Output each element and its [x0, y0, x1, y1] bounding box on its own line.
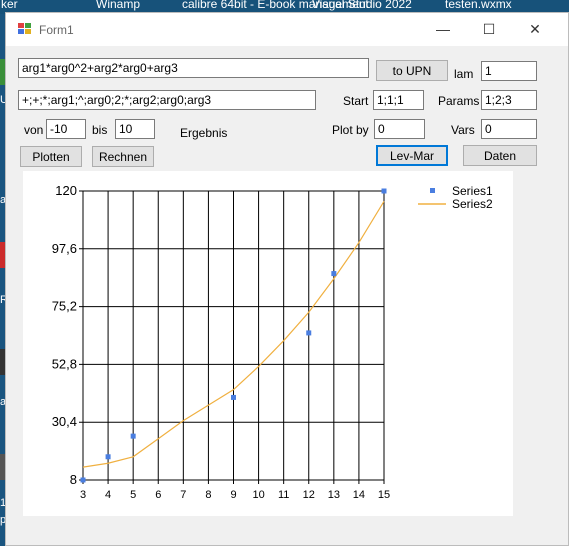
vars-input[interactable]: 0 — [481, 119, 537, 139]
lam-label: lam — [454, 67, 474, 81]
y-tick-label: 30,4 — [52, 414, 77, 429]
data-point — [80, 477, 86, 483]
data-point — [331, 271, 337, 277]
to-upn-button[interactable]: to UPN — [376, 60, 448, 81]
desktop-label: Winamp — [96, 0, 141, 11]
legend-marker — [430, 188, 435, 193]
ergebnis-label: Ergebnis — [180, 126, 228, 140]
y-tick-label: 52,8 — [52, 356, 77, 371]
plotby-label: Plot by — [332, 123, 369, 137]
data-point — [105, 454, 111, 460]
vars-label: Vars — [451, 123, 475, 137]
rechnen-button[interactable]: Rechnen — [92, 146, 154, 167]
y-tick-label: 120 — [55, 183, 77, 198]
window-title: Form1 — [39, 23, 74, 37]
x-tick-label: 4 — [105, 489, 111, 501]
minimize-button[interactable]: — — [420, 13, 466, 45]
y-tick-label: 8 — [70, 472, 77, 487]
params-label: Params — [438, 94, 480, 108]
bis-input[interactable]: 10 — [115, 119, 155, 139]
bis-label: bis — [92, 123, 108, 137]
plotby-input[interactable]: 0 — [374, 119, 425, 139]
chart-panel: 3 4 5 6 7 8 9 10 11 12 13 14 15 8 30,4 52,8 75,2 97,6 120 S… — [23, 171, 513, 516]
data-point — [381, 188, 387, 194]
lev-mar-button[interactable]: Lev-Mar — [376, 145, 448, 166]
close-button[interactable]: ✕ — [512, 13, 558, 45]
data-point — [306, 330, 312, 336]
formula-input[interactable]: arg1*arg0^2+arg2*arg0+arg3 — [18, 58, 369, 78]
x-tick-label: 13 — [328, 489, 340, 501]
desktop-label: Visual Studio 2022 — [312, 0, 412, 11]
von-input[interactable]: -10 — [46, 119, 86, 139]
form-app-icon — [18, 23, 31, 34]
desktop-label: testen.wxmx — [445, 0, 512, 11]
legend-label: Series1 — [452, 184, 493, 198]
start-label: Start — [343, 94, 369, 108]
x-tick-label: 15 — [378, 489, 390, 501]
x-tick-label: 12 — [303, 489, 315, 501]
data-point — [130, 433, 136, 439]
data-point — [231, 394, 236, 400]
y-tick-label: 97,6 — [52, 241, 77, 256]
params-input[interactable]: 1;2;3 — [481, 90, 537, 110]
x-tick-label: 9 — [230, 489, 236, 501]
x-tick-label: 5 — [130, 489, 136, 501]
daten-button[interactable]: Daten — [463, 145, 537, 166]
x-tick-label: 7 — [180, 489, 186, 501]
legend-label: Series2 — [452, 197, 493, 211]
upn-input[interactable]: +;+;*;arg1;^;arg0;2;*;arg2;arg0;arg3 — [18, 90, 316, 110]
chart-svg: 3 4 5 6 7 8 9 10 11 12 13 14 15 8 30,4 52,8 75,2 97,6 120 S… — [52, 183, 493, 501]
von-label: von — [24, 123, 44, 137]
maximize-button[interactable]: ☐ — [466, 13, 512, 45]
x-tick-label: 8 — [205, 489, 211, 501]
form-window: Form1 — ☐ ✕ arg1*arg0^2+arg2*arg0+arg3 t… — [5, 12, 569, 546]
x-tick-label: 3 — [80, 489, 86, 501]
x-tick-label: 10 — [252, 489, 264, 501]
lam-input[interactable]: 1 — [481, 61, 537, 81]
y-tick-label: 75,2 — [52, 299, 77, 314]
title-bar[interactable]: Form1 — ☐ ✕ — [6, 13, 568, 46]
plotten-button[interactable]: Plotten — [20, 146, 82, 167]
x-tick-label: 14 — [353, 489, 365, 501]
x-tick-label: 11 — [278, 489, 289, 501]
desktop-label: ker — [1, 0, 18, 11]
start-input[interactable]: 1;1;1 — [373, 90, 424, 110]
x-tick-label: 6 — [155, 489, 161, 501]
